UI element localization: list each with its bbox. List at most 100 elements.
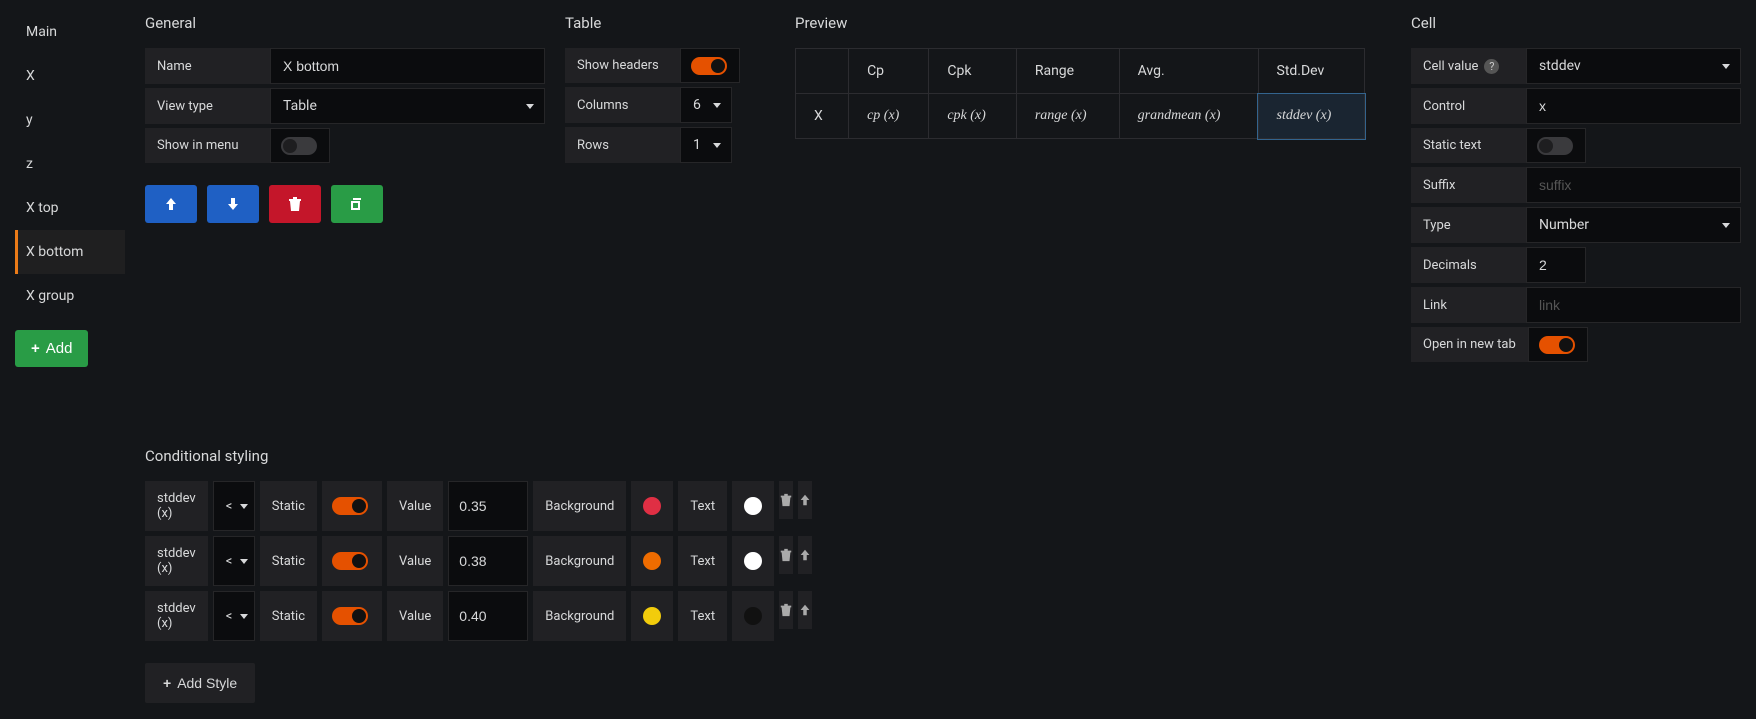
columns-value: 6 [681, 88, 713, 122]
sidebar-item-x-top[interactable]: X top [15, 186, 125, 230]
suffix-label: Suffix [1411, 167, 1526, 203]
delete-button[interactable] [269, 185, 321, 223]
caret-icon [1722, 64, 1730, 69]
add-button[interactable]: + Add [15, 330, 88, 367]
preview-header: Cpk [929, 49, 1016, 94]
copy-button[interactable] [331, 185, 383, 223]
rows-value: 1 [681, 128, 713, 162]
cond-value-label: Value [387, 591, 443, 641]
sidebar-item-y[interactable]: y [15, 98, 125, 142]
name-input[interactable] [270, 48, 545, 84]
move-up-button[interactable] [145, 185, 197, 223]
cond-value-input[interactable] [448, 591, 528, 641]
conditional-title: Conditional styling [145, 443, 545, 469]
static-text-label: Static text [1411, 128, 1526, 163]
sidebar-item-x-group[interactable]: X group [15, 274, 125, 318]
cond-field[interactable]: stddev (x) [145, 591, 208, 641]
preview-header: Cp [849, 49, 929, 94]
cond-operator-select[interactable]: < [213, 536, 255, 586]
add-style-label: Add Style [177, 675, 237, 691]
static-text-toggle[interactable] [1537, 137, 1573, 155]
view-type-label: View type [145, 88, 270, 124]
decimals-input[interactable] [1526, 247, 1586, 283]
caret-icon [526, 104, 534, 109]
plus-icon: + [163, 675, 171, 691]
preview-cell[interactable]: grandmean (x) [1119, 94, 1258, 139]
general-section: General Name View type Table Show in men… [145, 10, 545, 703]
cond-static-toggle[interactable] [332, 552, 368, 570]
type-select[interactable]: Number [1526, 207, 1741, 243]
sidebar-item-x-bottom[interactable]: X bottom [15, 230, 125, 274]
control-input[interactable] [1526, 88, 1741, 124]
trash-icon [287, 196, 303, 212]
preview-header: Std.Dev [1258, 49, 1364, 94]
type-label: Type [1411, 207, 1526, 243]
decimals-label: Decimals [1411, 247, 1526, 283]
cond-delete-button[interactable] [779, 591, 793, 629]
open-new-tab-toggle[interactable] [1539, 336, 1575, 354]
view-type-value: Table [271, 89, 526, 123]
cell-value-select[interactable]: stddev [1526, 48, 1741, 84]
caret-icon [713, 103, 721, 108]
suffix-input[interactable] [1526, 167, 1741, 203]
general-title: General [145, 10, 545, 36]
cond-field[interactable]: stddev (x) [145, 536, 208, 586]
preview-cell[interactable]: range (x) [1016, 94, 1119, 139]
cond-value-input[interactable] [448, 481, 528, 531]
cond-delete-button[interactable] [779, 536, 793, 574]
cond-value-label: Value [387, 481, 443, 531]
name-label: Name [145, 48, 270, 84]
help-icon[interactable]: ? [1484, 59, 1499, 74]
rows-select[interactable]: 1 [680, 127, 732, 163]
view-type-select[interactable]: Table [270, 88, 545, 124]
rows-label: Rows [565, 127, 680, 163]
arrow-down-icon [225, 196, 241, 212]
conditional-row: stddev (x)<StaticValueBackgroundText [145, 481, 545, 531]
caret-icon [240, 504, 248, 509]
sidebar-item-z[interactable]: z [15, 142, 125, 186]
preview-header [796, 49, 849, 94]
show-headers-toggle[interactable] [691, 57, 727, 75]
caret-icon [1722, 223, 1730, 228]
preview-header: Range [1016, 49, 1119, 94]
add-style-button[interactable]: + Add Style [145, 663, 255, 703]
show-headers-label: Show headers [565, 48, 680, 83]
arrow-up-icon [163, 196, 179, 212]
cond-field[interactable]: stddev (x) [145, 481, 208, 531]
sidebar-item-x[interactable]: X [15, 54, 125, 98]
preview-cell[interactable]: stddev (x) [1258, 94, 1364, 139]
cond-static-toggle[interactable] [332, 607, 368, 625]
preview-row-label: X [796, 94, 849, 139]
sidebar-item-main[interactable]: Main [15, 10, 125, 54]
cond-operator-select[interactable]: < [213, 591, 255, 641]
preview-header: Avg. [1119, 49, 1258, 94]
cond-static-toggle[interactable] [332, 497, 368, 515]
cond-delete-button[interactable] [779, 481, 793, 519]
cond-value-label: Value [387, 536, 443, 586]
columns-label: Columns [565, 87, 680, 123]
sidebar: Main X y z X top X bottom X group + Add [15, 10, 125, 703]
type-value: Number [1527, 208, 1722, 242]
preview-section: Preview CpCpkRangeAvg.Std.Dev Xcp (x)cpk… [795, 10, 1391, 703]
preview-cell[interactable]: cp (x) [849, 94, 929, 139]
conditional-row: stddev (x)<StaticValueBackgroundText [145, 536, 545, 586]
columns-select[interactable]: 6 [680, 87, 732, 123]
show-in-menu-toggle[interactable] [281, 137, 317, 155]
preview-title: Preview [795, 10, 1391, 36]
conditional-section: Conditional styling stddev (x)<StaticVal… [145, 443, 545, 703]
cell-section: Cell Cell value ? stddev Control Static … [1411, 10, 1741, 703]
show-in-menu-label: Show in menu [145, 128, 270, 163]
cell-title: Cell [1411, 10, 1741, 36]
move-down-button[interactable] [207, 185, 259, 223]
link-input[interactable] [1526, 287, 1741, 323]
cond-value-input[interactable] [448, 536, 528, 586]
cell-value-value: stddev [1527, 49, 1722, 83]
cell-value-label: Cell value ? [1411, 48, 1526, 84]
control-label: Control [1411, 88, 1526, 124]
cond-operator-select[interactable]: < [213, 481, 255, 531]
cond-static-label: Static [260, 591, 317, 641]
caret-icon [240, 559, 248, 564]
open-new-tab-label: Open in new tab [1411, 327, 1528, 362]
preview-cell[interactable]: cpk (x) [929, 94, 1016, 139]
table-title: Table [565, 10, 775, 36]
